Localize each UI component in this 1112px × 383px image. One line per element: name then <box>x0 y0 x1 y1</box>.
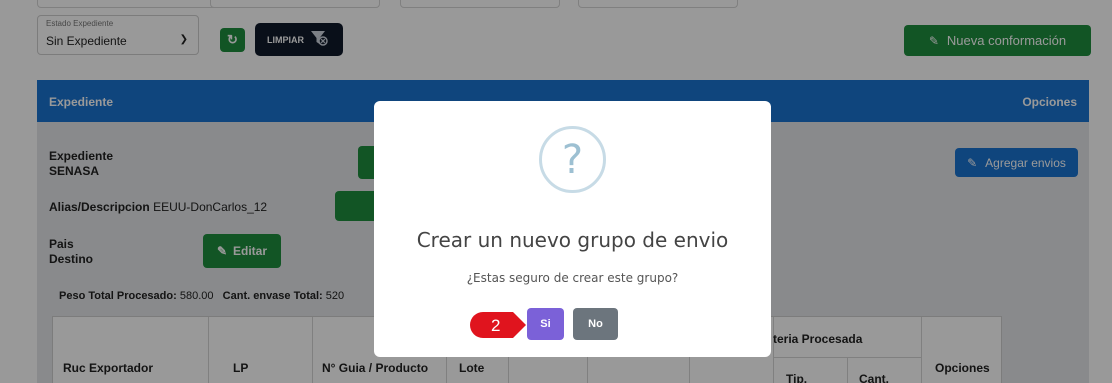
confirm-no-button[interactable]: No <box>573 308 618 340</box>
dialog-message: ¿Estas seguro de crear este grupo? <box>466 271 679 285</box>
question-icon: ? <box>539 126 606 193</box>
page: Estado Expediente Sin Expediente ❯ ↻ LIM… <box>0 0 1112 383</box>
question-mark: ? <box>561 136 584 183</box>
confirm-yes-button[interactable]: Si <box>527 308 564 340</box>
dialog-title: Crear un nuevo grupo de envio <box>416 228 729 252</box>
step-number: 2 <box>491 316 500 335</box>
confirm-yes-label: Si <box>540 318 551 330</box>
confirm-dialog: ? Crear un nuevo grupo de envio ¿Estas s… <box>374 101 771 357</box>
confirm-no-label: No <box>588 318 603 330</box>
step-annotation-badge: 2 <box>470 312 526 338</box>
